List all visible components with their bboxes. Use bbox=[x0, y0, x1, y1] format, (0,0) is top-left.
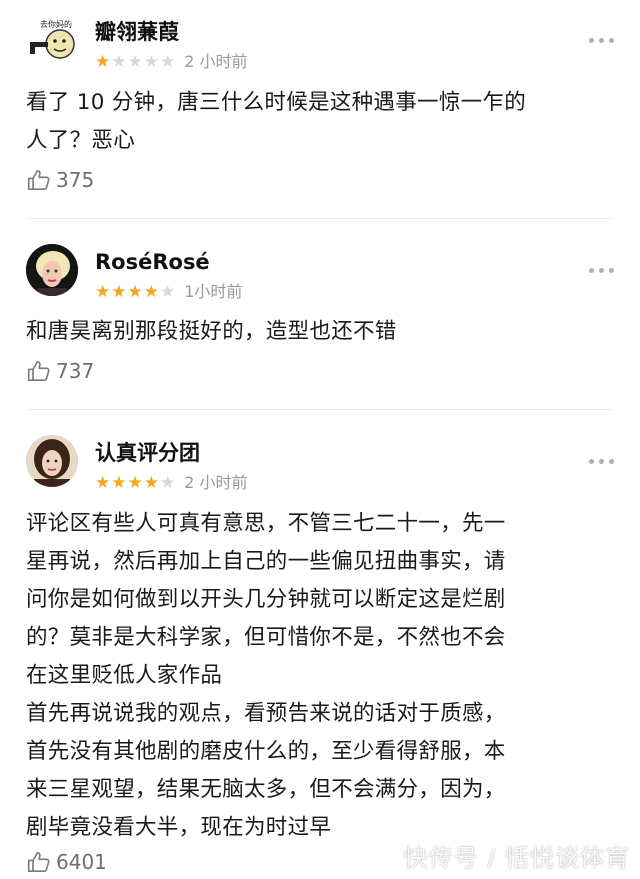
timestamp: 2 小时前 bbox=[184, 473, 248, 492]
username[interactable]: 认真评分团 bbox=[95, 440, 200, 466]
more-dots-icon[interactable] bbox=[589, 38, 614, 43]
review-text-line: 评论区有些人可真有意思，不管三七二十一，先一 bbox=[26, 511, 506, 536]
star-icon: ★ bbox=[111, 52, 127, 72]
watermark: 快传号 / 恬悦谈体育 bbox=[403, 844, 630, 872]
review-text-line: 的？莫非是大科学家，但可惜你不是，不然也不会 bbox=[26, 625, 506, 650]
review-text-line: 首先再说说我的观点，看预告来说的话对于质感， bbox=[26, 701, 506, 726]
review-text-line: 在这里贬低人家作品 bbox=[26, 663, 223, 688]
review-text-line: 和唐昊离别那段挺好的，造型也还不错 bbox=[26, 319, 397, 344]
more-dots-icon[interactable] bbox=[589, 268, 614, 273]
timestamp: 1小时前 bbox=[184, 282, 243, 301]
avatar-caption: 去你妈的 bbox=[40, 19, 72, 29]
review-text: 和唐昊离别那段挺好的，造型也还不错 bbox=[26, 313, 616, 351]
star-icon: ★ bbox=[95, 52, 111, 72]
username[interactable]: RoséRosé bbox=[95, 249, 210, 275]
avatar[interactable] bbox=[26, 244, 78, 296]
thumbs-up-icon bbox=[27, 360, 50, 382]
review-text-line: 人了？恶心 bbox=[26, 128, 136, 153]
review-text-line: 问你是如何做到以开头几分钟就可以断定这是烂剧 bbox=[26, 587, 506, 612]
star-icon: ★ bbox=[143, 52, 159, 72]
star-icon: ★ bbox=[127, 473, 143, 493]
rating-row: ★ ★ ★ ★ ★ 2 小时前 bbox=[95, 473, 248, 493]
profile-photo-image bbox=[26, 244, 78, 296]
more-dots-icon[interactable] bbox=[589, 459, 614, 464]
profile-photo-image bbox=[26, 435, 78, 487]
thumbs-up-icon bbox=[27, 169, 50, 191]
meme-avatar-image: 去你妈的 bbox=[26, 14, 78, 66]
star-icon: ★ bbox=[143, 282, 159, 302]
avatar[interactable]: 去你妈的 bbox=[26, 14, 78, 66]
review-text: 看了 10 分钟，唐三什么时候是这种遇事一惊一乍的 人了？恶心 bbox=[26, 84, 616, 160]
star-icon: ★ bbox=[127, 282, 143, 302]
review-text: 评论区有些人可真有意思，不管三七二十一，先一 星再说，然后再加上自己的一些偏见扭… bbox=[26, 505, 616, 847]
star-icon: ★ bbox=[111, 473, 127, 493]
review-text-line: 看了 10 分钟，唐三什么时候是这种遇事一惊一乍的 bbox=[26, 90, 527, 115]
star-icon: ★ bbox=[160, 282, 176, 302]
rating-row: ★ ★ ★ ★ ★ 1小时前 bbox=[95, 282, 242, 302]
rating-row: ★ ★ ★ ★ ★ 2 小时前 bbox=[95, 52, 248, 72]
star-icon: ★ bbox=[143, 473, 159, 493]
review-text-line: 星再说，然后再加上自己的一些偏见扭曲事实，请 bbox=[26, 549, 506, 574]
review-text-line: 首先没有其他剧的磨皮什么的，至少看得舒服，本 bbox=[26, 739, 506, 764]
like-count: 6401 bbox=[56, 850, 107, 874]
like-button[interactable]: 737 bbox=[26, 358, 94, 384]
star-icon: ★ bbox=[160, 52, 176, 72]
divider bbox=[26, 218, 614, 219]
timestamp: 2 小时前 bbox=[184, 52, 248, 71]
star-icon: ★ bbox=[160, 473, 176, 493]
thumbs-up-icon bbox=[27, 851, 50, 873]
star-icon: ★ bbox=[95, 282, 111, 302]
star-icon: ★ bbox=[111, 282, 127, 302]
star-icon: ★ bbox=[127, 52, 143, 72]
avatar[interactable] bbox=[26, 435, 78, 487]
divider bbox=[26, 409, 614, 410]
username[interactable]: 瓣翎蒹葭 bbox=[95, 19, 179, 45]
like-count: 375 bbox=[56, 168, 95, 192]
like-button[interactable]: 375 bbox=[26, 167, 94, 193]
star-icon: ★ bbox=[95, 473, 111, 493]
like-count: 737 bbox=[56, 359, 95, 383]
review-text-line: 来三星观望，结果无脑太多，但不会满分，因为， bbox=[26, 777, 506, 802]
like-button[interactable]: 6401 bbox=[26, 849, 107, 875]
